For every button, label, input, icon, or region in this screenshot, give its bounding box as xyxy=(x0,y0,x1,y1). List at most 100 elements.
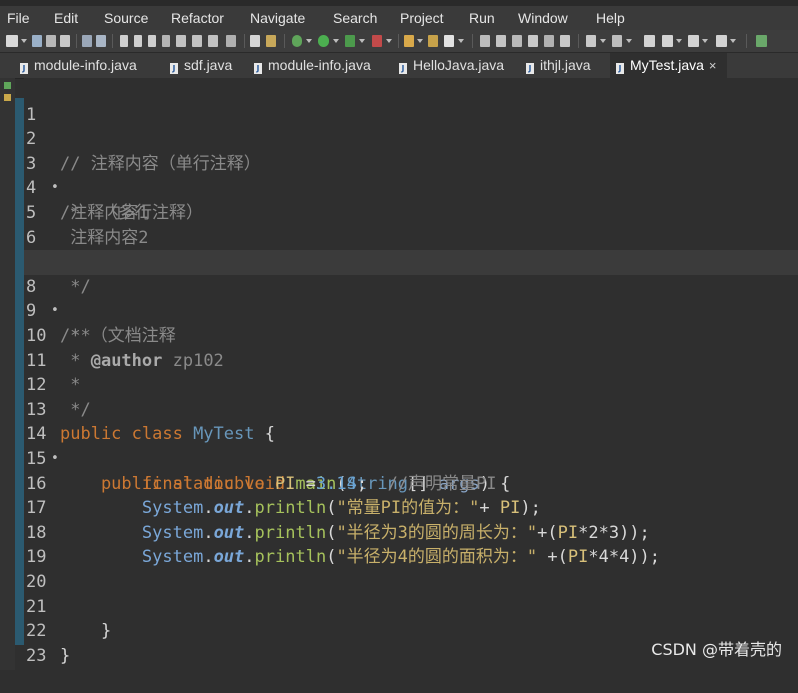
step-return-icon[interactable] xyxy=(208,35,218,47)
menu-edit[interactable]: Edit xyxy=(54,10,78,26)
tab-label: module-info.java xyxy=(34,57,137,73)
tab-label: HelloJava.java xyxy=(413,57,505,73)
chevron-down-icon[interactable] xyxy=(600,39,606,43)
tab-ithjl[interactable]: Jithjl.java xyxy=(526,53,591,78)
menu-window[interactable]: Window xyxy=(518,10,568,26)
run-icon[interactable] xyxy=(318,35,329,47)
code-line: 12 */ xyxy=(24,349,798,420)
code-line: 15 final double PI =3.14; //声明常量PI xyxy=(24,422,798,494)
save-icon[interactable] xyxy=(32,35,42,47)
menu-navigate[interactable]: Navigate xyxy=(250,10,305,26)
code-line: 6 ... xyxy=(24,201,798,273)
print-icon[interactable] xyxy=(60,35,70,47)
code-editor[interactable]: 1 2 // 注释内容（单行注释） 3 • /* （多行注释） 4 注释内容1 … xyxy=(24,78,798,670)
java-file-icon: J xyxy=(20,63,28,74)
pen-icon[interactable] xyxy=(512,35,522,47)
code-line-current: 8 • /** xyxy=(24,250,798,346)
open-type-icon[interactable] xyxy=(480,35,490,47)
terminate-icon[interactable] xyxy=(148,35,156,47)
code-line: 19 xyxy=(24,521,798,567)
chevron-down-icon[interactable] xyxy=(21,39,27,43)
menu-source[interactable]: Source xyxy=(104,10,148,26)
editor-tab-bar: Jmodule-info.java Jsdf.java Jmodule-info… xyxy=(0,53,798,79)
tab-label: MyTest.java xyxy=(630,57,704,73)
code-line: 3 • /* （多行注释） xyxy=(24,127,798,223)
chevron-down-icon[interactable] xyxy=(333,39,339,43)
line-number: 23 xyxy=(26,645,47,666)
watermark: CSDN @带着壳的 xyxy=(651,640,782,659)
menu-help[interactable]: Help xyxy=(596,10,625,26)
new-icon[interactable] xyxy=(6,35,18,47)
chevron-down-icon[interactable] xyxy=(676,39,682,43)
ruler-strip xyxy=(15,98,24,645)
code-line: 22 } xyxy=(24,595,798,666)
tab-module-info-2[interactable]: Jmodule-info.java xyxy=(254,53,371,78)
code-line: 1 xyxy=(24,78,798,125)
chevron-down-icon[interactable] xyxy=(306,39,312,43)
tab-mytest[interactable]: J MyTest.java × xyxy=(610,53,727,78)
tab-module-info[interactable]: Jmodule-info.java xyxy=(20,53,137,78)
marker-icon xyxy=(4,82,11,89)
next-annotation-icon[interactable] xyxy=(612,35,622,47)
code-line: 4 注释内容1 xyxy=(24,152,798,223)
tab-hellojava[interactable]: J HelloJava.java xyxy=(399,53,504,78)
coverage-icon[interactable] xyxy=(345,35,355,47)
code-line: 14 • public static void main(String[] ar… xyxy=(24,398,798,493)
step-into-icon[interactable] xyxy=(176,35,186,47)
chevron-down-icon[interactable] xyxy=(417,39,423,43)
search-icon[interactable] xyxy=(496,35,506,47)
perspective-icon[interactable] xyxy=(756,35,767,47)
code-line: 18 System.out.println("半径为4的圆的面积为：" +(PI… xyxy=(24,496,798,568)
menu-project[interactable]: Project xyxy=(400,10,444,26)
show-whitespace-icon[interactable] xyxy=(560,35,570,47)
save-all-icon[interactable] xyxy=(46,35,56,47)
external-tools-icon[interactable] xyxy=(372,35,382,47)
new-class-icon[interactable] xyxy=(444,35,454,47)
terminal-icon[interactable] xyxy=(266,35,276,47)
task-icon[interactable] xyxy=(528,35,538,47)
java-file-icon: J xyxy=(254,63,262,74)
editor-side-strip xyxy=(0,78,15,670)
code-line: 16 System.out.println("常量PI的值为："+ PI); xyxy=(24,447,798,519)
tab-sdf[interactable]: Jsdf.java xyxy=(170,53,232,78)
marker-icon xyxy=(4,94,11,101)
menu-refactor[interactable]: Refactor xyxy=(171,10,224,26)
resume-icon[interactable] xyxy=(120,35,128,47)
tab-label: ithjl.java xyxy=(540,57,591,73)
java-file-icon: J xyxy=(170,63,178,74)
code-line: 17 System.out.println("半径为3的圆的周长为："+(PI*… xyxy=(24,472,798,543)
last-edit-icon[interactable] xyxy=(644,35,655,47)
chevron-down-icon[interactable] xyxy=(626,39,632,43)
drop-to-frame-icon[interactable] xyxy=(226,35,236,47)
chevron-down-icon[interactable] xyxy=(386,39,392,43)
toolbar xyxy=(0,30,798,53)
close-icon[interactable]: × xyxy=(709,58,717,73)
back-icon[interactable] xyxy=(662,35,673,47)
new-package-icon[interactable] xyxy=(428,35,438,47)
chevron-down-icon[interactable] xyxy=(730,39,736,43)
next-icon[interactable] xyxy=(716,35,727,47)
chevron-down-icon[interactable] xyxy=(458,39,464,43)
toolbar-separator xyxy=(76,34,77,48)
java-file-icon: J xyxy=(616,63,624,74)
new-java-project-icon[interactable] xyxy=(404,35,414,47)
paragraph-icon[interactable] xyxy=(544,35,554,47)
suspend-icon[interactable] xyxy=(134,35,142,47)
annotation-icon[interactable] xyxy=(586,35,596,47)
debug-icon[interactable] xyxy=(292,35,302,47)
menu-file[interactable]: File xyxy=(7,10,30,26)
breakpoint-icon[interactable] xyxy=(96,35,106,47)
menu-search[interactable]: Search xyxy=(333,10,377,26)
java-file-icon: J xyxy=(526,63,534,74)
menu-run[interactable]: Run xyxy=(469,10,495,26)
forward-icon[interactable] xyxy=(688,35,699,47)
tab-label: sdf.java xyxy=(184,57,233,73)
chevron-down-icon[interactable] xyxy=(702,39,708,43)
chevron-down-icon[interactable] xyxy=(359,39,365,43)
disconnect-icon[interactable] xyxy=(162,35,170,47)
step-over-icon[interactable] xyxy=(192,35,202,47)
menu-bar: File Edit Source Refactor Navigate Searc… xyxy=(0,6,798,30)
toggle-icon[interactable] xyxy=(82,35,92,47)
code-line: 11 * xyxy=(24,324,798,396)
console-icon[interactable] xyxy=(250,35,260,47)
